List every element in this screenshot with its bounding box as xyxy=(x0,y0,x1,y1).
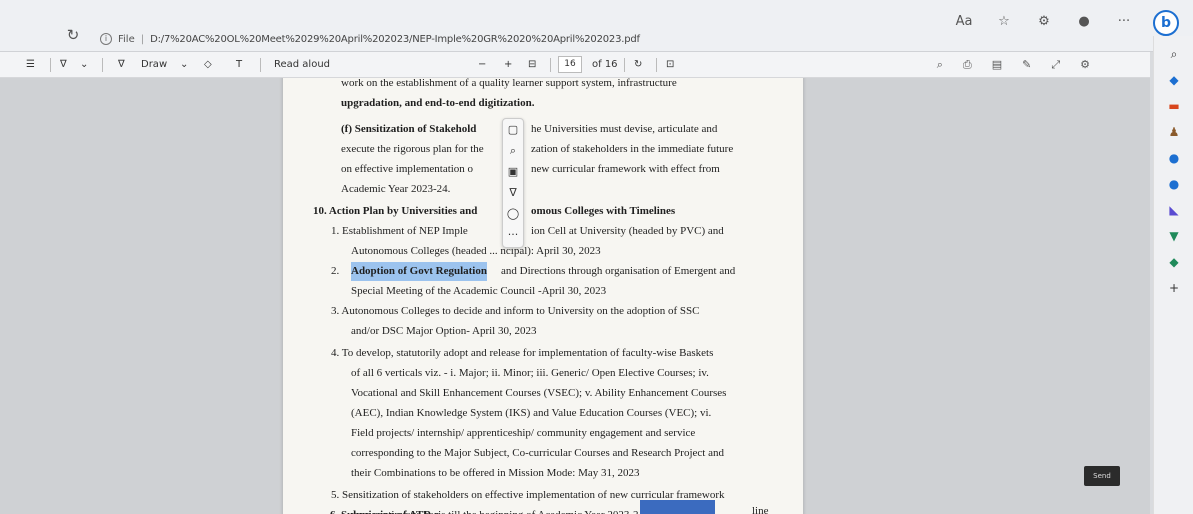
page-view-icon[interactable]: ⊡ xyxy=(666,58,674,72)
toolbar-divider xyxy=(624,58,625,72)
comment-icon[interactable]: ◯ xyxy=(503,203,523,224)
doc-line: line xyxy=(752,505,769,514)
shopping-icon[interactable]: ◆ xyxy=(1166,72,1182,88)
text-icon[interactable]: T xyxy=(236,58,242,72)
doc-line: on effective implementation o xyxy=(341,163,474,175)
contents-icon[interactable]: ☰ xyxy=(26,58,35,72)
more-icon[interactable]: ··· xyxy=(503,224,523,245)
people-icon[interactable]: ♟ xyxy=(1166,124,1182,140)
highlight-icon[interactable]: ∇ xyxy=(60,58,67,72)
doc-line: and/or DSC Major Option- April 30, 2023 xyxy=(351,325,537,337)
doc-line: he Universities must devise, articulate … xyxy=(531,123,718,135)
doc-line: work on the establishment of a quality l… xyxy=(341,78,677,89)
profile-icon[interactable]: ● xyxy=(1075,14,1093,29)
chevron-down-icon[interactable]: ⌄ xyxy=(80,58,88,72)
outlook-icon[interactable]: ▼ xyxy=(1166,228,1182,244)
highlighted-text[interactable]: Adoption of Govt Regulation xyxy=(351,262,487,281)
selection-context-toolbar: ▢ ⌕ ▣ ∇ ◯ ··· xyxy=(502,118,524,248)
more-icon[interactable]: ··· xyxy=(1115,14,1133,29)
toolbar-divider xyxy=(50,58,51,72)
doc-line: upgradation, and end-to-end digitization… xyxy=(341,97,535,109)
file-label: File xyxy=(118,33,135,45)
save-as-icon[interactable]: ✎ xyxy=(1022,58,1031,72)
doc-line: (AEC), Indian Knowledge System (IKS) and… xyxy=(351,407,712,419)
doc-line: new curricular framework with effect fro… xyxy=(531,163,720,175)
toolbar-divider xyxy=(102,58,103,72)
fit-page-icon[interactable]: ⊟ xyxy=(528,58,536,72)
print-icon[interactable]: ⎙ xyxy=(963,58,972,72)
edge-sidebar: ⌕ ◆ ▬ ♟ ● ● ◣ ▼ ◆ + xyxy=(1153,36,1193,514)
page-number-input[interactable]: 16 xyxy=(558,56,582,73)
address-bar[interactable]: i File | D:/7%20AC%20OL%20Meet%2029%20Ap… xyxy=(100,29,640,49)
pdf-toolbar: ☰ ∇ ⌄ ∇ Draw ⌄ ◇ T Read aloud − + ⊟ 16 o… xyxy=(0,52,1150,78)
send-button[interactable]: Send xyxy=(1084,466,1120,486)
doc-line: ion Cell at University (headed by PVC) a… xyxy=(531,225,724,237)
doc-line: execute the rigorous plan for the xyxy=(341,143,484,155)
copy-icon[interactable]: ▢ xyxy=(503,119,523,140)
eraser-icon[interactable]: ◇ xyxy=(204,58,212,72)
doc-line: and Directions through organisation of E… xyxy=(501,265,736,277)
toolbar-divider xyxy=(656,58,657,72)
doc-line: 2. xyxy=(331,265,340,277)
blue-selection-bar xyxy=(640,500,715,514)
toolbar-divider xyxy=(260,58,261,72)
search-icon[interactable]: ⌕ xyxy=(1166,46,1182,62)
zoom-in-button[interactable]: + xyxy=(504,58,512,72)
designer-icon[interactable]: ◆ xyxy=(1166,254,1182,270)
games-icon[interactable]: ● xyxy=(1166,150,1182,166)
refresh-icon[interactable]: ↻ xyxy=(64,26,82,44)
doc-heading: 10. Action Plan by Universities and xyxy=(313,205,478,217)
chevron-down-icon[interactable]: ⌄ xyxy=(180,58,188,72)
read-view-icon[interactable]: Aa xyxy=(955,14,973,29)
doc-line: their Combinations to be offered in Miss… xyxy=(351,467,640,479)
doc-line: Special Meeting of the Academic Council … xyxy=(351,285,607,297)
read-aloud-button[interactable]: Read aloud xyxy=(274,58,330,72)
highlight-icon[interactable]: ∇ xyxy=(503,182,523,203)
toolbar-divider xyxy=(550,58,551,72)
address-separator: | xyxy=(140,33,145,45)
browser-actions: Aa ☆ ⚙ ● ··· xyxy=(955,14,1133,29)
tools-icon[interactable]: ▬ xyxy=(1166,98,1182,114)
doc-line: 1. Establishment of NEP Imple xyxy=(331,225,468,237)
search-icon[interactable]: ⌕ xyxy=(937,58,943,72)
settings-icon[interactable]: ⚙ xyxy=(1080,58,1090,72)
draw-button[interactable]: Draw xyxy=(141,58,167,72)
pdf-page: work on the establishment of a quality l… xyxy=(283,78,803,514)
zoom-out-button[interactable]: − xyxy=(478,58,486,72)
doc-line: corresponding to the Major Subject, Co-c… xyxy=(351,447,724,459)
doc-line: Vocational and Skill Enhancement Courses… xyxy=(351,387,727,399)
doc-line: 6. Submission of ATR o xyxy=(330,506,440,514)
url-text[interactable]: D:/7%20AC%20OL%20Meet%2029%20April%20202… xyxy=(150,34,640,45)
doc-heading: omous Colleges with Timelines xyxy=(531,205,676,217)
doc-line: Field projects/ internship/ apprenticesh… xyxy=(351,427,696,439)
extensions-icon[interactable]: ⚙ xyxy=(1035,14,1053,29)
search-icon[interactable]: ⌕ xyxy=(503,140,523,161)
doc-line: 4. To develop, statutorily adopt and rel… xyxy=(331,347,714,359)
doc-line: 3. Autonomous Colleges to decide and inf… xyxy=(331,305,700,317)
add-icon[interactable]: + xyxy=(1166,280,1182,296)
rotate-icon[interactable]: ↻ xyxy=(634,58,642,72)
save-icon[interactable]: ▤ xyxy=(992,58,1002,72)
pdf-toolbar-right: ⌕ ⎙ ▤ ✎ ⤢ ⚙ xyxy=(937,58,1090,72)
doc-line: of all 6 verticals viz. - i. Major; ii. … xyxy=(351,367,709,379)
doc-line: Academic Year 2023-24. xyxy=(341,183,451,195)
info-icon[interactable]: i xyxy=(100,33,112,45)
drop-icon[interactable]: ◣ xyxy=(1166,202,1182,218)
favorite-icon[interactable]: ☆ xyxy=(995,14,1013,29)
doc-line: (f) Sensitization of Stakehold xyxy=(341,123,477,135)
browser-topbar: ↻ i File | D:/7%20AC%20OL%20Meet%2029%20… xyxy=(0,0,1193,52)
bing-copilot-icon[interactable]: b xyxy=(1153,10,1179,36)
office-icon[interactable]: ● xyxy=(1166,176,1182,192)
translate-icon[interactable]: ▣ xyxy=(503,161,523,182)
fullscreen-icon[interactable]: ⤢ xyxy=(1051,58,1060,72)
doc-line: Autonomous Colleges (headed ... ncipal):… xyxy=(351,245,601,257)
doc-line: zation of stakeholders in the immediate … xyxy=(531,143,734,155)
draw-icon[interactable]: ∇ xyxy=(118,58,125,72)
page-total: of 16 xyxy=(592,59,618,70)
document-viewport[interactable]: work on the establishment of a quality l… xyxy=(0,78,1150,514)
